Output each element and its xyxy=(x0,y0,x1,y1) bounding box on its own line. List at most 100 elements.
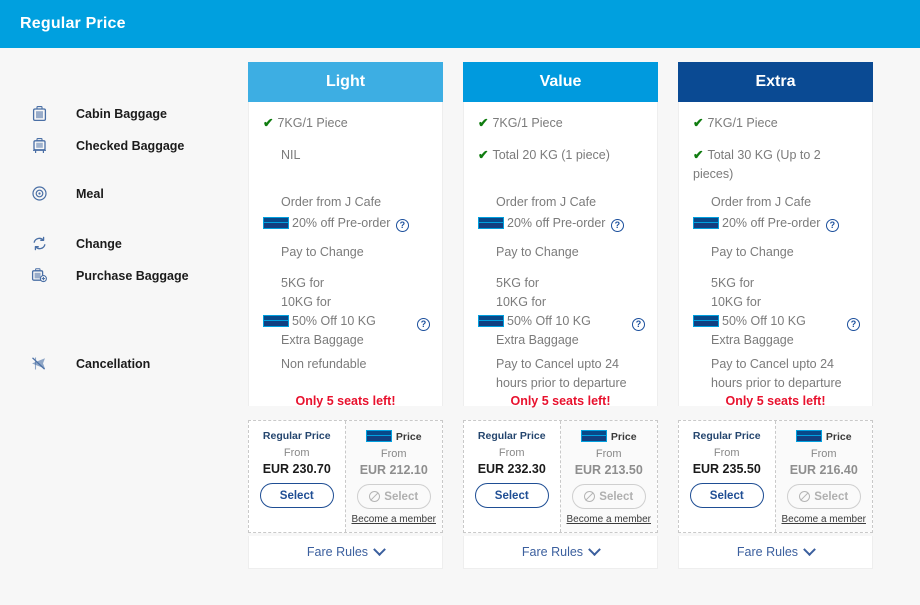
jazeera-rewards-badge-icon xyxy=(478,315,504,327)
jazeera-rewards-badge-icon xyxy=(263,315,289,327)
fare-rules-toggle[interactable]: Fare Rules xyxy=(248,536,443,569)
fare-comparison-page: Regular Price Cabin Baggage Checked Bagga… xyxy=(0,0,920,605)
rewards-price-label-text: Price xyxy=(825,431,852,443)
jazeera-rewards-badge-icon xyxy=(478,217,504,229)
cabin-baggage-text: 7KG/1 Piece xyxy=(492,116,563,130)
price-block: Regular Price From EUR 232.30 Select Price Fr… xyxy=(463,420,658,533)
become-member-link[interactable]: Become a member xyxy=(352,514,436,525)
check-icon: ✔ xyxy=(693,116,704,130)
change-text: Pay to Change xyxy=(496,245,579,259)
fare-column-extra: Extra ✔ 7KG/1 Piece ✔ Total 30 KG (Up to 2 p… xyxy=(678,62,874,569)
regular-price-panel: Regular Price From EUR 232.30 Select xyxy=(464,421,561,532)
purchase-baggage-value: 5KG for 10KG for 50% Off 10 KG? Extra Bagga… xyxy=(679,274,874,350)
checked-baggage-text: NIL xyxy=(281,148,301,162)
become-member-link[interactable]: Become a member xyxy=(782,514,866,525)
seats-left-badge: Only 5 seats left! xyxy=(295,394,396,408)
cancellation-text: Pay to Cancel upto 24 hours prior to dep… xyxy=(711,357,842,390)
cabin-baggage-text: 7KG/1 Piece xyxy=(277,116,348,130)
regular-price-label: Regular Price xyxy=(262,430,331,442)
rewards-price-label: Price xyxy=(580,430,637,443)
page-banner: Regular Price xyxy=(0,0,920,48)
sidebar-item-checked-baggage: Checked Baggage xyxy=(26,138,236,154)
purchase-line-2: 10KG for xyxy=(711,295,762,309)
cabin-baggage-value: ✔ 7KG/1 Piece xyxy=(249,114,444,133)
select-button[interactable]: Select xyxy=(474,483,549,508)
cabin-baggage-text: 7KG/1 Piece xyxy=(707,116,778,130)
rewards-select-button[interactable]: Select xyxy=(571,484,646,509)
fare-column-header: Extra xyxy=(678,62,873,102)
select-button[interactable]: Select xyxy=(259,483,334,508)
cancellation-icon xyxy=(26,356,52,371)
fare-rules-toggle[interactable]: Fare Rules xyxy=(463,536,658,569)
fare-column-light: Light ✔ 7KG/1 Piece NIL Order from J Cafe 20%… xyxy=(248,62,444,569)
purchase-line-1: 5KG for xyxy=(281,276,325,290)
jazeera-rewards-badge-icon xyxy=(365,430,392,442)
cancellation-value: Pay to Cancel upto 24 hours prior to dep… xyxy=(679,355,874,393)
meal-value: Order from J Cafe 20% off Pre-order ? xyxy=(679,193,874,233)
fare-rules-toggle[interactable]: Fare Rules xyxy=(678,536,873,569)
purchase-line-3: 50% Off 10 KG xyxy=(292,314,376,328)
cancellation-value: Non refundable xyxy=(249,355,444,374)
chevron-down-icon xyxy=(373,542,386,556)
rewards-select-button[interactable]: Select xyxy=(786,484,861,509)
help-icon[interactable]: ? xyxy=(847,318,860,331)
help-icon[interactable]: ? xyxy=(825,219,839,232)
meal-value: Order from J Cafe 20% off Pre-order ? xyxy=(464,193,659,233)
sidebar-item-label: Meal xyxy=(76,186,104,201)
meal-value: Order from J Cafe 20% off Pre-order ? xyxy=(249,193,444,233)
meal-line-2: 20% off Pre-order xyxy=(722,216,821,230)
feature-sidebar: Cabin Baggage Checked Baggage Meal Change Pu… xyxy=(0,48,240,605)
rewards-select-button-label: Select xyxy=(814,490,849,503)
jazeera-rewards-badge-icon xyxy=(795,430,822,442)
rewards-price-label: Price xyxy=(365,430,422,443)
sidebar-item-change: Change xyxy=(26,236,236,251)
regular-price-panel: Regular Price From EUR 230.70 Select xyxy=(249,421,346,532)
change-icon xyxy=(26,236,52,251)
meal-line-2: 20% off Pre-order xyxy=(507,216,606,230)
checked-baggage-value: ✔ Total 20 KG (1 piece) xyxy=(464,146,659,165)
rewards-select-button-label: Select xyxy=(599,490,634,503)
fare-name: Light xyxy=(325,73,366,90)
checked-baggage-text: Total 20 KG (1 piece) xyxy=(492,148,610,162)
rewards-select-button[interactable]: Select xyxy=(356,484,431,509)
change-text: Pay to Change xyxy=(281,245,364,259)
purchase-line-3: 50% Off 10 KG xyxy=(507,314,591,328)
help-icon[interactable]: ? xyxy=(632,318,645,331)
purchase-line-2: 10KG for xyxy=(496,295,547,309)
help-icon[interactable]: ? xyxy=(610,219,624,232)
purchase-line-1: 5KG for xyxy=(496,276,540,290)
sidebar-item-cancellation: Cancellation xyxy=(26,356,236,371)
change-value: Pay to Change xyxy=(464,243,659,262)
become-member-link[interactable]: Become a member xyxy=(567,514,651,525)
regular-price-panel: Regular Price From EUR 235.50 Select xyxy=(679,421,776,532)
rewards-price-panel: Price From EUR 213.50 Select Become a member xyxy=(560,421,657,532)
check-icon: ✔ xyxy=(478,116,489,130)
select-button[interactable]: Select xyxy=(689,483,764,508)
rewards-select-button-label: Select xyxy=(384,490,419,503)
sidebar-item-label: Purchase Baggage xyxy=(76,268,189,283)
select-button-label: Select xyxy=(494,489,529,502)
cabin-baggage-value: ✔ 7KG/1 Piece xyxy=(464,114,659,133)
cancellation-value: Pay to Cancel upto 24 hours prior to dep… xyxy=(464,355,659,393)
rewards-price-label-text: Price xyxy=(610,431,637,443)
rewards-price-amount: EUR 213.50 xyxy=(574,463,643,477)
rewards-price-panel: Price From EUR 212.10 Select Become a member xyxy=(345,421,442,532)
check-icon: ✔ xyxy=(478,148,489,162)
from-label: From xyxy=(498,447,525,459)
seats-left-badge: Only 5 seats left! xyxy=(510,394,611,408)
meal-line-1: Order from J Cafe xyxy=(281,195,382,209)
rewards-price-panel: Price From EUR 216.40 Select Become a member xyxy=(775,421,872,532)
body-area: Cabin Baggage Checked Baggage Meal Change Pu… xyxy=(0,48,920,605)
regular-price-amount: EUR 232.30 xyxy=(477,462,546,476)
help-icon[interactable]: ? xyxy=(417,318,430,331)
rewards-price-amount: EUR 212.10 xyxy=(359,463,428,477)
help-icon[interactable]: ? xyxy=(395,219,409,232)
price-block: Regular Price From EUR 235.50 Select Price Fr… xyxy=(678,420,873,533)
chevron-down-icon xyxy=(803,542,816,556)
purchase-line-1: 5KG for xyxy=(711,276,755,290)
rewards-price-label-text: Price xyxy=(395,431,422,443)
purchase-line-2: 10KG for xyxy=(281,295,332,309)
seats-left-badge: Only 5 seats left! xyxy=(725,394,826,408)
purchase-baggage-icon xyxy=(26,268,52,283)
jazeera-rewards-badge-icon xyxy=(693,217,719,229)
